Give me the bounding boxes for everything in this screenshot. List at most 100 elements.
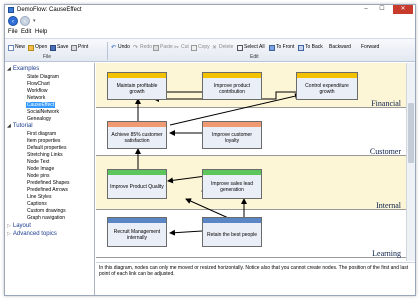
node-product-quality[interactable]: Improve Product Quality <box>107 169 167 199</box>
paste-button[interactable]: Paste <box>153 43 173 52</box>
tree-item-custom-drawings[interactable]: Custom drawings <box>27 208 66 214</box>
forward-arrow-icon[interactable]: › <box>20 16 30 26</box>
tree-item-captions[interactable]: Captions <box>27 201 47 207</box>
history-dropdown-icon[interactable]: ▾ <box>33 18 36 24</box>
tree-item-workflow[interactable]: Workflow <box>27 88 47 94</box>
tree-item-item-properties[interactable]: Item properties <box>27 138 60 144</box>
node-label: Maintain profitable growth <box>116 82 158 95</box>
description-text: In this diagram, nodes can only me moved… <box>99 265 409 277</box>
cut-button[interactable]: ✂ Cut <box>174 43 189 52</box>
tree-item-stretching-links[interactable]: Stretching Links <box>27 152 63 158</box>
link-arrow[interactable] <box>169 229 203 236</box>
delete-button[interactable]: ✕ Delete <box>212 43 233 52</box>
tree-item-causeeffect[interactable]: CauseEffect <box>26 102 56 108</box>
menu-file[interactable]: File <box>8 28 18 37</box>
file-group-label: File <box>43 54 52 60</box>
edit-group-label: Edit <box>250 54 259 60</box>
new-label: New <box>15 44 26 50</box>
tree-group-label: Advanced topics <box>12 231 57 237</box>
tree-item-node-pins[interactable]: Node pins <box>27 173 50 179</box>
node-label: Improve customer loyalty <box>211 131 252 144</box>
navigation-bar: ‹ › ▾ <box>5 15 415 27</box>
tree-item-node-image[interactable]: Node Image <box>27 166 54 172</box>
to-back-button[interactable]: To Back <box>298 43 323 52</box>
scrollbar-thumb[interactable] <box>408 103 414 163</box>
redo-icon: ↷ <box>133 44 139 51</box>
tree-item-default-properties[interactable]: Default properties <box>27 145 66 151</box>
copy-icon <box>191 44 197 51</box>
title-bar[interactable]: DemoFlow: CauseEffect – ☐ ✕ <box>5 5 415 15</box>
node-header <box>108 73 166 78</box>
node-maintain-growth[interactable]: Maintain profitable growth <box>107 72 167 100</box>
window-title: DemoFlow: CauseEffect <box>17 7 82 13</box>
tree-item-predefined-arrows[interactable]: Predefined Arrows <box>27 187 68 193</box>
app-window: DemoFlow: CauseEffect – ☐ ✕ ‹ › ▾ File E… <box>4 4 416 296</box>
delete-icon: ✕ <box>212 44 218 51</box>
undo-button[interactable]: ↶ Undo <box>111 43 130 52</box>
forward-label: Forward <box>361 44 380 50</box>
backward-label: Backward <box>329 44 351 50</box>
menu-help[interactable]: Help <box>35 28 47 37</box>
tree-group-advanced[interactable]: ▷ Advanced topics <box>7 231 57 238</box>
menu-edit[interactable]: Edit <box>21 28 31 37</box>
tree-group-examples[interactable]: ◢ Examples <box>7 66 39 73</box>
node-retain-people[interactable]: Retain the best people <box>202 217 262 247</box>
node-sales-lead[interactable]: Improve sales lead generation <box>202 169 262 199</box>
save-button[interactable]: Save <box>50 43 68 52</box>
close-button[interactable]: ✕ <box>393 5 413 14</box>
copy-button[interactable]: Copy <box>191 43 210 52</box>
tree-group-label: Tutorial <box>12 123 33 129</box>
select-all-label: Select All <box>244 44 265 50</box>
node-label: Achieve 85% customer satisfaction <box>111 131 163 144</box>
tree-item-node-text[interactable]: Node Text <box>27 159 49 165</box>
forward-button[interactable]: Forward <box>361 43 379 52</box>
minimize-button[interactable]: – <box>359 5 373 14</box>
maximize-button[interactable]: ☐ <box>375 5 389 14</box>
vertical-scrollbar[interactable] <box>406 63 415 261</box>
node-improve-product[interactable]: Improve product contribution <box>202 72 262 100</box>
expand-arrow-icon: ◢ <box>7 123 11 129</box>
tree-item-graph-navigation[interactable]: Graph navigation <box>27 215 65 221</box>
backward-button[interactable]: Backward <box>329 43 351 52</box>
node-label: Improve Product Quality <box>110 183 164 190</box>
node-customer-loyalty[interactable]: Improve customer loyalty <box>202 121 262 149</box>
select-all-icon <box>237 44 243 51</box>
node-header <box>203 170 261 175</box>
tree-item-predefined-shapes[interactable]: Predefined Shapes <box>27 180 70 186</box>
tree-item-genealogy[interactable]: Genealogy <box>27 116 51 122</box>
node-header <box>108 218 166 223</box>
tree-item-state-diagram[interactable]: State Diagram <box>27 74 59 80</box>
tree-item-network[interactable]: Network <box>27 95 45 101</box>
tree-item-first-diagram[interactable]: First diagram <box>27 131 56 137</box>
expand-arrow-icon: ◢ <box>7 66 11 72</box>
scissors-icon: ✂ <box>174 44 180 51</box>
new-button[interactable]: New <box>8 43 25 52</box>
tree-item-line-styles[interactable]: Line Styles <box>27 194 51 200</box>
folder-icon <box>28 44 34 51</box>
node-recruit-management[interactable]: Recruit Management internally <box>107 217 167 247</box>
tree-group-label: Examples <box>12 66 40 72</box>
paste-icon <box>153 44 159 51</box>
tree-group-tutorial[interactable]: ◢ Tutorial <box>7 123 33 130</box>
back-arrow-icon[interactable]: ‹ <box>8 16 18 26</box>
print-button[interactable]: Print <box>71 43 88 52</box>
node-customer-satisfaction[interactable]: Achieve 85% customer satisfaction <box>107 121 167 149</box>
tree-item-flowchart[interactable]: FlowChart <box>27 81 50 87</box>
examples-tree: ◢ Examples State Diagram FlowChart Workfl… <box>5 63 95 295</box>
tree-group-layout[interactable]: ▷ Layout <box>7 223 31 230</box>
delete-label: Delete <box>219 44 234 50</box>
to-front-button[interactable]: To Front <box>269 43 294 52</box>
node-header <box>297 73 357 78</box>
node-label: Control expenditure growth <box>305 82 349 95</box>
node-control-expenditure[interactable]: Control expenditure growth <box>296 72 358 100</box>
redo-button[interactable]: ↷ Redo <box>133 43 152 52</box>
node-label: Improve sales lead generation <box>211 180 253 193</box>
diagram-canvas[interactable]: Financial Customer Internal Learning Mai… <box>96 63 415 261</box>
node-label: Recruit Management internally <box>113 228 161 241</box>
open-button[interactable]: Open <box>28 43 47 52</box>
floppy-icon <box>50 44 56 51</box>
tree-item-socialnetwork[interactable]: SocialNetwork <box>27 109 59 115</box>
select-all-button[interactable]: Select All <box>237 43 265 52</box>
node-header <box>108 122 166 127</box>
node-header <box>203 122 261 127</box>
